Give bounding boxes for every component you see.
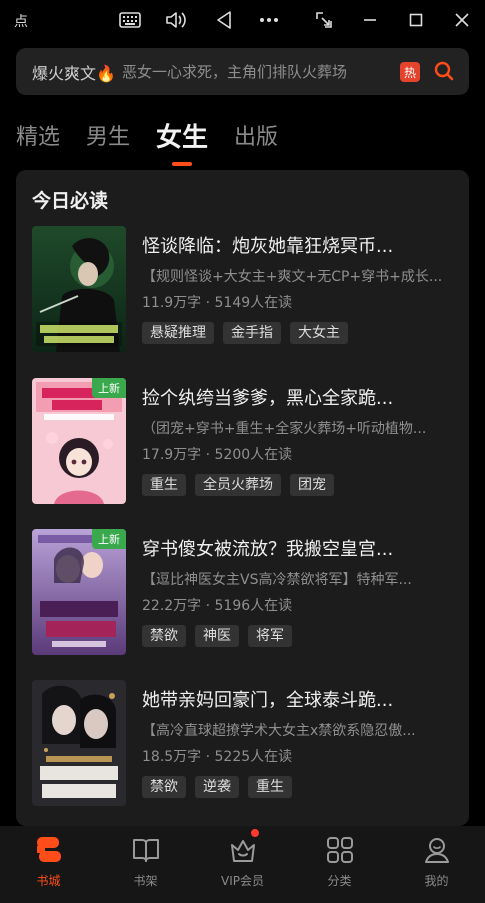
book-item[interactable]: 上新 捡个纨绔当爹爹，黑心全家跪... （团宠+穿书+重生+全家火葬场+听动植物… (32, 378, 462, 504)
search-hot-keyword: 爆火爽文🔥 (32, 63, 116, 83)
tab-publishing[interactable]: 出版 (234, 120, 278, 156)
new-badge: 上新 (92, 378, 126, 398)
minimize-icon[interactable] (358, 8, 382, 32)
tag[interactable]: 团宠 (290, 474, 334, 496)
nav-vip[interactable]: VIP会员 (194, 826, 291, 903)
tag[interactable]: 禁欲 (142, 625, 186, 647)
tag[interactable]: 金手指 (223, 322, 281, 344)
category-grid-icon (324, 834, 356, 866)
tag[interactable]: 大女主 (290, 322, 348, 344)
search-bar[interactable]: 爆火爽文🔥 恶女一心求死，主角们排队火葬场 热 (16, 48, 469, 95)
book-title[interactable]: 她带亲妈回豪门，全球泰斗跪... (142, 686, 462, 712)
close-icon[interactable] (450, 8, 474, 32)
book-item[interactable]: 上新 穿书傻女被流放？我搬空皇宫... 【逗比神医女主VS高冷禁欲将军】特种军.… (32, 529, 462, 655)
book-title[interactable]: 穿书傻女被流放？我搬空皇宫... (142, 535, 462, 561)
tag[interactable]: 重生 (248, 776, 292, 798)
book-title[interactable]: 捡个纨绔当爹爹，黑心全家跪... (142, 384, 462, 410)
profile-icon (421, 834, 453, 866)
vip-crown-icon (227, 834, 259, 866)
nav-category[interactable]: 分类 (291, 826, 388, 903)
book-meta: 11.9万字 · 5149人在读 (142, 295, 293, 311)
nav-label: 分类 (327, 874, 352, 888)
book-meta: 17.9万字 · 5200人在读 (142, 447, 293, 463)
book-item[interactable]: 她带亲妈回豪门，全球泰斗跪... 【高冷直球超撩学术大女主x禁欲系隐忍傲... … (32, 680, 462, 806)
category-tabs: 精选 男生 女生 出版 (16, 108, 304, 166)
hot-badge: 热 (400, 62, 420, 82)
daily-reads-card: 今日必读 怪谈降临：炮灰她靠狂烧冥币... 【规则怪谈+大女主+爽文+无CP+穿… (16, 170, 469, 826)
book-tags: 悬疑推理 金手指 大女主 (142, 322, 357, 344)
tag[interactable]: 禁欲 (142, 776, 186, 798)
nav-label: 书架 (133, 874, 158, 888)
nav-label: 我的 (424, 874, 449, 888)
tag[interactable]: 重生 (142, 474, 186, 496)
nav-profile[interactable]: 我的 (388, 826, 485, 903)
book-meta: 18.5万字 · 5225人在读 (142, 749, 293, 765)
tag[interactable]: 悬疑推理 (142, 322, 214, 344)
book-cover[interactable]: 上新 (32, 378, 126, 504)
tag[interactable]: 全员火葬场 (195, 474, 281, 496)
tab-female[interactable]: 女生 (156, 120, 208, 166)
tag[interactable]: 逆袭 (195, 776, 239, 798)
search-icon[interactable] (433, 60, 455, 82)
tag[interactable]: 将军 (248, 625, 292, 647)
nav-bookstore[interactable]: 书城 (0, 826, 97, 903)
book-tags: 重生 全员火葬场 团宠 (142, 474, 343, 496)
book-description: 【规则怪谈+大女主+爽文+无CP+穿书+成长... (142, 269, 443, 285)
maximize-icon[interactable] (404, 8, 428, 32)
book-item[interactable]: 怪谈降临：炮灰她靠狂烧冥币... 【规则怪谈+大女主+爽文+无CP+穿书+成长.… (32, 226, 462, 352)
notification-dot (250, 828, 260, 838)
back-icon[interactable] (212, 8, 236, 32)
tab-male[interactable]: 男生 (86, 120, 130, 156)
keyboard-icon[interactable] (118, 8, 142, 32)
volume-icon[interactable] (164, 8, 188, 32)
book-tags: 禁欲 逆袭 重生 (142, 776, 301, 798)
screenshot-icon[interactable] (312, 8, 336, 32)
book-meta: 22.2万字 · 5196人在读 (142, 598, 293, 614)
search-placeholder: 恶女一心求死，主角们排队火葬场 (121, 63, 347, 81)
section-title: 今日必读 (32, 190, 109, 212)
book-description: 【逗比神医女主VS高冷禁欲将军】特种军... (142, 572, 412, 588)
bottom-nav: 书城 书架 VIP会员 分类 我的 (0, 826, 485, 903)
tag[interactable]: 神医 (195, 625, 239, 647)
book-title[interactable]: 怪谈降临：炮灰她靠狂烧冥币... (142, 232, 462, 258)
nav-label: VIP会员 (221, 874, 264, 888)
title-bar: 点 (0, 0, 485, 40)
bookshelf-icon (130, 834, 162, 866)
book-description: （团宠+穿书+重生+全家火葬场+听动植物... (142, 421, 427, 437)
nav-label: 书城 (36, 874, 61, 888)
more-icon[interactable] (257, 8, 281, 32)
book-description: 【高冷直球超撩学术大女主x禁欲系隐忍傲... (142, 723, 416, 739)
nav-bookshelf[interactable]: 书架 (97, 826, 194, 903)
app-title: 点 (14, 14, 28, 30)
book-cover[interactable]: 上新 (32, 529, 126, 655)
book-cover[interactable] (32, 680, 126, 806)
bookstore-icon (33, 834, 65, 866)
book-tags: 禁欲 神医 将军 (142, 625, 301, 647)
new-badge: 上新 (92, 529, 126, 549)
tab-featured[interactable]: 精选 (16, 120, 60, 156)
book-cover[interactable] (32, 226, 126, 352)
